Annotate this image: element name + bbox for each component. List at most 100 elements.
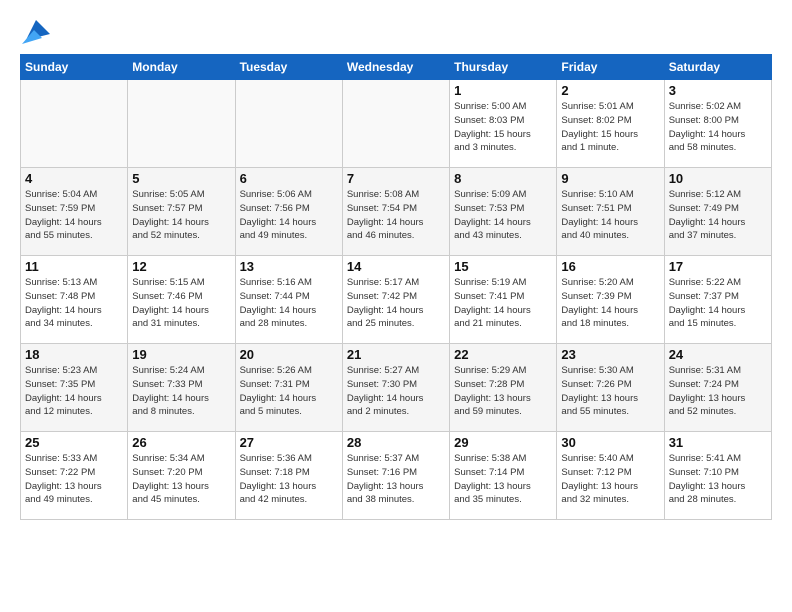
day-cell: 29 Sunrise: 5:38 AM Sunset: 7:14 PM Dayli… bbox=[450, 432, 557, 520]
logo bbox=[20, 16, 50, 44]
day-number: 12 bbox=[132, 259, 230, 274]
day-cell: 11 Sunrise: 5:13 AM Sunset: 7:48 PM Dayli… bbox=[21, 256, 128, 344]
day-number: 31 bbox=[669, 435, 767, 450]
day-number: 20 bbox=[240, 347, 338, 362]
day-number: 8 bbox=[454, 171, 552, 186]
header-row: SundayMondayTuesdayWednesdayThursdayFrid… bbox=[21, 55, 772, 80]
day-info: Sunrise: 5:40 AM Sunset: 7:12 PM Dayligh… bbox=[561, 452, 659, 507]
day-cell: 8 Sunrise: 5:09 AM Sunset: 7:53 PM Daylig… bbox=[450, 168, 557, 256]
logo-icon bbox=[22, 16, 50, 44]
day-number: 2 bbox=[561, 83, 659, 98]
col-header-tuesday: Tuesday bbox=[235, 55, 342, 80]
day-cell: 15Sunrise: 5:19 AM Sunset: 7:41 PM Dayli… bbox=[450, 256, 557, 344]
day-number: 9 bbox=[561, 171, 659, 186]
day-cell bbox=[128, 80, 235, 168]
day-number: 18 bbox=[25, 347, 123, 362]
day-cell: 16Sunrise: 5:20 AM Sunset: 7:39 PM Dayli… bbox=[557, 256, 664, 344]
day-cell: 9 Sunrise: 5:10 AM Sunset: 7:51 PM Daylig… bbox=[557, 168, 664, 256]
col-header-wednesday: Wednesday bbox=[342, 55, 449, 80]
day-number: 4 bbox=[25, 171, 123, 186]
day-number: 6 bbox=[240, 171, 338, 186]
day-number: 21 bbox=[347, 347, 445, 362]
day-number: 13 bbox=[240, 259, 338, 274]
day-info: Sunrise: 5:31 AM Sunset: 7:24 PM Dayligh… bbox=[669, 364, 767, 419]
day-cell: 22 Sunrise: 5:29 AM Sunset: 7:28 PM Dayli… bbox=[450, 344, 557, 432]
day-info: Sunrise: 5:09 AM Sunset: 7:53 PM Dayligh… bbox=[454, 188, 552, 243]
day-info: Sunrise: 5:05 AM Sunset: 7:57 PM Dayligh… bbox=[132, 188, 230, 243]
day-cell bbox=[21, 80, 128, 168]
col-header-monday: Monday bbox=[128, 55, 235, 80]
day-info: Sunrise: 5:04 AM Sunset: 7:59 PM Dayligh… bbox=[25, 188, 123, 243]
day-number: 7 bbox=[347, 171, 445, 186]
day-cell: 23 Sunrise: 5:30 AM Sunset: 7:26 PM Dayli… bbox=[557, 344, 664, 432]
day-cell: 5 Sunrise: 5:05 AM Sunset: 7:57 PM Daylig… bbox=[128, 168, 235, 256]
day-info: Sunrise: 5:38 AM Sunset: 7:14 PM Dayligh… bbox=[454, 452, 552, 507]
day-cell: 24Sunrise: 5:31 AM Sunset: 7:24 PM Dayli… bbox=[664, 344, 771, 432]
day-info: Sunrise: 5:27 AM Sunset: 7:30 PM Dayligh… bbox=[347, 364, 445, 419]
day-info: Sunrise: 5:15 AM Sunset: 7:46 PM Dayligh… bbox=[132, 276, 230, 331]
day-number: 29 bbox=[454, 435, 552, 450]
day-cell: 1 Sunrise: 5:00 AM Sunset: 8:03 PM Daylig… bbox=[450, 80, 557, 168]
calendar-table: SundayMondayTuesdayWednesdayThursdayFrid… bbox=[20, 54, 772, 520]
day-number: 22 bbox=[454, 347, 552, 362]
day-cell: 27Sunrise: 5:36 AM Sunset: 7:18 PM Dayli… bbox=[235, 432, 342, 520]
day-info: Sunrise: 5:30 AM Sunset: 7:26 PM Dayligh… bbox=[561, 364, 659, 419]
day-number: 23 bbox=[561, 347, 659, 362]
day-info: Sunrise: 5:02 AM Sunset: 8:00 PM Dayligh… bbox=[669, 100, 767, 155]
week-row-2: 4 Sunrise: 5:04 AM Sunset: 7:59 PM Daylig… bbox=[21, 168, 772, 256]
day-cell bbox=[342, 80, 449, 168]
week-row-5: 25Sunrise: 5:33 AM Sunset: 7:22 PM Dayli… bbox=[21, 432, 772, 520]
day-number: 3 bbox=[669, 83, 767, 98]
day-info: Sunrise: 5:34 AM Sunset: 7:20 PM Dayligh… bbox=[132, 452, 230, 507]
day-number: 16 bbox=[561, 259, 659, 274]
day-info: Sunrise: 5:37 AM Sunset: 7:16 PM Dayligh… bbox=[347, 452, 445, 507]
day-cell: 3 Sunrise: 5:02 AM Sunset: 8:00 PM Daylig… bbox=[664, 80, 771, 168]
col-header-saturday: Saturday bbox=[664, 55, 771, 80]
day-info: Sunrise: 5:22 AM Sunset: 7:37 PM Dayligh… bbox=[669, 276, 767, 331]
day-cell: 26 Sunrise: 5:34 AM Sunset: 7:20 PM Dayli… bbox=[128, 432, 235, 520]
day-info: Sunrise: 5:12 AM Sunset: 7:49 PM Dayligh… bbox=[669, 188, 767, 243]
day-info: Sunrise: 5:24 AM Sunset: 7:33 PM Dayligh… bbox=[132, 364, 230, 419]
day-info: Sunrise: 5:13 AM Sunset: 7:48 PM Dayligh… bbox=[25, 276, 123, 331]
day-info: Sunrise: 5:19 AM Sunset: 7:41 PM Dayligh… bbox=[454, 276, 552, 331]
day-number: 5 bbox=[132, 171, 230, 186]
day-cell: 7 Sunrise: 5:08 AM Sunset: 7:54 PM Daylig… bbox=[342, 168, 449, 256]
day-cell bbox=[235, 80, 342, 168]
week-row-3: 11 Sunrise: 5:13 AM Sunset: 7:48 PM Dayli… bbox=[21, 256, 772, 344]
header bbox=[20, 16, 772, 44]
day-info: Sunrise: 5:08 AM Sunset: 7:54 PM Dayligh… bbox=[347, 188, 445, 243]
day-info: Sunrise: 5:26 AM Sunset: 7:31 PM Dayligh… bbox=[240, 364, 338, 419]
col-header-thursday: Thursday bbox=[450, 55, 557, 80]
day-info: Sunrise: 5:41 AM Sunset: 7:10 PM Dayligh… bbox=[669, 452, 767, 507]
day-info: Sunrise: 5:33 AM Sunset: 7:22 PM Dayligh… bbox=[25, 452, 123, 507]
day-number: 14 bbox=[347, 259, 445, 274]
day-info: Sunrise: 5:17 AM Sunset: 7:42 PM Dayligh… bbox=[347, 276, 445, 331]
day-cell: 31 Sunrise: 5:41 AM Sunset: 7:10 PM Dayli… bbox=[664, 432, 771, 520]
week-row-1: 1 Sunrise: 5:00 AM Sunset: 8:03 PM Daylig… bbox=[21, 80, 772, 168]
day-cell: 12 Sunrise: 5:15 AM Sunset: 7:46 PM Dayli… bbox=[128, 256, 235, 344]
day-cell: 4 Sunrise: 5:04 AM Sunset: 7:59 PM Daylig… bbox=[21, 168, 128, 256]
week-row-4: 18 Sunrise: 5:23 AM Sunset: 7:35 PM Dayli… bbox=[21, 344, 772, 432]
day-cell: 17 Sunrise: 5:22 AM Sunset: 7:37 PM Dayli… bbox=[664, 256, 771, 344]
day-number: 19 bbox=[132, 347, 230, 362]
day-cell: 19 Sunrise: 5:24 AM Sunset: 7:33 PM Dayli… bbox=[128, 344, 235, 432]
day-number: 27 bbox=[240, 435, 338, 450]
day-info: Sunrise: 5:29 AM Sunset: 7:28 PM Dayligh… bbox=[454, 364, 552, 419]
day-info: Sunrise: 5:06 AM Sunset: 7:56 PM Dayligh… bbox=[240, 188, 338, 243]
day-number: 1 bbox=[454, 83, 552, 98]
day-info: Sunrise: 5:10 AM Sunset: 7:51 PM Dayligh… bbox=[561, 188, 659, 243]
day-cell: 25Sunrise: 5:33 AM Sunset: 7:22 PM Dayli… bbox=[21, 432, 128, 520]
day-number: 11 bbox=[25, 259, 123, 274]
day-cell: 21 Sunrise: 5:27 AM Sunset: 7:30 PM Dayli… bbox=[342, 344, 449, 432]
day-info: Sunrise: 5:01 AM Sunset: 8:02 PM Dayligh… bbox=[561, 100, 659, 155]
page: SundayMondayTuesdayWednesdayThursdayFrid… bbox=[0, 0, 792, 612]
day-number: 28 bbox=[347, 435, 445, 450]
col-header-sunday: Sunday bbox=[21, 55, 128, 80]
day-number: 10 bbox=[669, 171, 767, 186]
day-cell: 13Sunrise: 5:16 AM Sunset: 7:44 PM Dayli… bbox=[235, 256, 342, 344]
day-info: Sunrise: 5:23 AM Sunset: 7:35 PM Dayligh… bbox=[25, 364, 123, 419]
day-number: 17 bbox=[669, 259, 767, 274]
day-cell: 14 Sunrise: 5:17 AM Sunset: 7:42 PM Dayli… bbox=[342, 256, 449, 344]
day-number: 26 bbox=[132, 435, 230, 450]
day-info: Sunrise: 5:00 AM Sunset: 8:03 PM Dayligh… bbox=[454, 100, 552, 155]
